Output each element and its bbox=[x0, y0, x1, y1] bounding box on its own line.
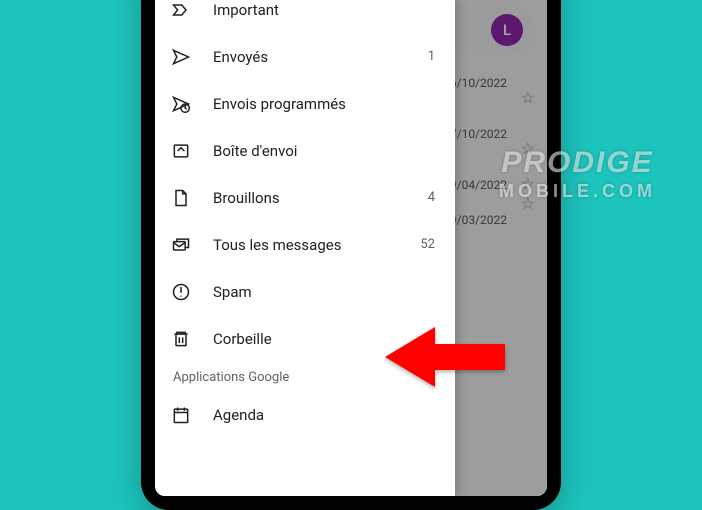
spam-icon bbox=[169, 282, 193, 302]
drawer-item-label: Brouillons bbox=[213, 189, 428, 207]
drawer-item-drafts[interactable]: Brouillons 4 bbox=[155, 174, 455, 221]
screen: 17:44 4G+ 85 % L bbox=[155, 0, 547, 496]
calendar-icon bbox=[169, 405, 193, 425]
drawer-item-label: Agenda bbox=[213, 406, 435, 424]
drawer-item-count: 4 bbox=[428, 190, 441, 205]
draft-icon bbox=[169, 188, 193, 208]
drawer-item-sent[interactable]: Envoyés 1 bbox=[155, 33, 455, 80]
drawer-item-count: 52 bbox=[420, 237, 441, 252]
drawer-item-spam[interactable]: Spam bbox=[155, 268, 455, 315]
drawer-item-label: Envois programmés bbox=[213, 95, 435, 113]
scheduled-icon bbox=[169, 94, 193, 114]
drawer-item-trash[interactable]: Corbeille bbox=[155, 315, 455, 362]
drawer-item-scheduled[interactable]: Envois programmés bbox=[155, 80, 455, 127]
drawer-item-label: Tous les messages bbox=[213, 236, 420, 254]
drawer-item-label: Boîte d'envoi bbox=[213, 142, 435, 160]
send-icon bbox=[169, 47, 193, 67]
drawer-item-count: 1 bbox=[428, 49, 441, 64]
drawer-item-label: Envoyés bbox=[213, 48, 428, 66]
allmail-icon bbox=[169, 235, 193, 255]
important-icon bbox=[169, 0, 193, 20]
drawer-item-agenda[interactable]: Agenda bbox=[155, 391, 455, 438]
drawer-section-header: Applications Google bbox=[155, 362, 455, 391]
trash-icon bbox=[169, 329, 193, 349]
phone-frame: 17:44 4G+ 85 % L bbox=[141, 0, 561, 510]
drawer-item-label: Corbeille bbox=[213, 330, 435, 348]
drawer-item-allmail[interactable]: Tous les messages 52 bbox=[155, 221, 455, 268]
drawer-item-important[interactable]: Important bbox=[155, 0, 455, 33]
navigation-drawer: Important Envoyés 1 Envois programmés Bo… bbox=[155, 0, 455, 496]
outbox-icon bbox=[169, 141, 193, 161]
drawer-item-label: Spam bbox=[213, 283, 435, 301]
drawer-item-outbox[interactable]: Boîte d'envoi bbox=[155, 127, 455, 174]
drawer-item-label: Important bbox=[213, 1, 435, 19]
